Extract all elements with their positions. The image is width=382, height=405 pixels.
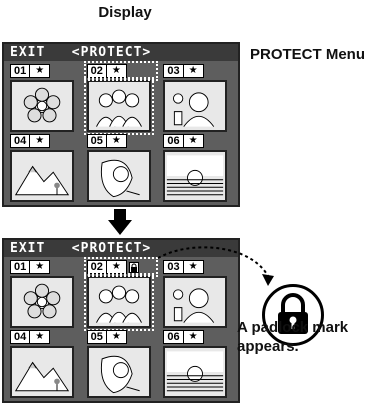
thumbnail-number: 01 xyxy=(10,260,31,274)
thumbnail-label: 05 ★ xyxy=(86,134,156,148)
padlock-icon xyxy=(128,261,139,273)
thumbnail-label: 05 ★ xyxy=(86,330,156,344)
thumbnail-cell[interactable]: 06 ★ xyxy=(163,330,232,398)
thumbnail-number: 06 xyxy=(163,134,184,148)
display-heading: Display xyxy=(98,4,152,21)
thumbnail-label: 04 ★ xyxy=(10,134,79,148)
star-icon: ★ xyxy=(183,64,204,78)
thumbnail-cell[interactable]: 03 ★ xyxy=(163,64,232,132)
star-icon: ★ xyxy=(106,64,127,78)
down-arrow-icon xyxy=(108,209,132,235)
thumbnail-number: 01 xyxy=(10,64,31,78)
thumbnail-number: 02 xyxy=(86,64,107,78)
mountain-landscape-icon xyxy=(10,346,74,398)
thumbnail-cell[interactable]: 06 ★ xyxy=(163,134,232,202)
woman-portrait-icon xyxy=(86,150,151,202)
protect-menu-label: PROTECT Menu xyxy=(250,46,365,63)
thumbnail-cell[interactable]: 02 ★ xyxy=(83,61,159,135)
woman-portrait-icon xyxy=(86,346,151,398)
padlock-callout: A padlock mark appears. xyxy=(237,318,377,356)
star-icon: ★ xyxy=(183,134,204,148)
star-icon: ★ xyxy=(106,330,127,344)
thumbnail-number: 04 xyxy=(10,134,31,148)
sunset-icon xyxy=(163,346,228,398)
thumbnail-cell[interactable]: 01 ★ xyxy=(10,64,79,132)
thumbnail-number: 05 xyxy=(86,330,107,344)
thumbnail-cell[interactable]: 04 ★ xyxy=(10,134,79,202)
thumbnail-label: 02 ★ xyxy=(83,61,159,81)
thumbnail-number: 03 xyxy=(163,64,184,78)
thumbnail-cell[interactable]: 02 ★ xyxy=(83,257,159,331)
sunset-icon xyxy=(163,150,228,202)
thumbnail-label: 01 ★ xyxy=(10,260,79,274)
star-icon: ★ xyxy=(30,64,51,78)
callout-line-1: A padlock mark xyxy=(237,319,349,336)
star-icon: ★ xyxy=(30,134,51,148)
thumbnail-label: 06 ★ xyxy=(163,330,232,344)
thumbnail-cell[interactable]: 05 ★ xyxy=(86,330,156,398)
mountain-landscape-icon xyxy=(10,150,74,202)
star-icon: ★ xyxy=(106,134,127,148)
flower-icon xyxy=(10,80,74,132)
thumbnail-cell[interactable]: 04 ★ xyxy=(10,330,79,398)
flower-icon xyxy=(10,276,74,328)
star-icon: ★ xyxy=(30,330,51,344)
thumbnail-cell[interactable]: 05 ★ xyxy=(86,134,156,202)
thumbnail-label: 06 ★ xyxy=(163,134,232,148)
star-icon: ★ xyxy=(30,260,51,274)
callout-line-2: appears. xyxy=(237,338,299,355)
thumbnail-label: 04 ★ xyxy=(10,330,79,344)
protect-screen-before: EXIT <PROTECT> 01 ★ 02 ★ 03 ★ 04 ★ 05 ★ 06 ★ xyxy=(2,42,240,207)
star-icon: ★ xyxy=(106,260,127,274)
group-people-icon xyxy=(83,77,154,135)
thumbnail-number: 06 xyxy=(163,330,184,344)
thumbnail-cell[interactable]: 01 ★ xyxy=(10,260,79,328)
thumbnail-label: 02 ★ xyxy=(83,257,159,277)
thumbnail-number: 02 xyxy=(86,260,107,274)
thumbnail-number: 04 xyxy=(10,330,31,344)
thumbnail-label: 01 ★ xyxy=(10,64,79,78)
star-icon: ★ xyxy=(183,330,204,344)
thumbnail-label: 03 ★ xyxy=(163,64,232,78)
person-portrait-icon xyxy=(163,80,228,132)
screen-title-bar: EXIT <PROTECT> xyxy=(4,44,238,61)
thumbnail-number: 05 xyxy=(86,134,107,148)
thumbnail-grid: 01 ★ 02 ★ 03 ★ 04 ★ 05 ★ 06 ★ xyxy=(4,61,238,205)
group-people-icon xyxy=(83,273,154,331)
